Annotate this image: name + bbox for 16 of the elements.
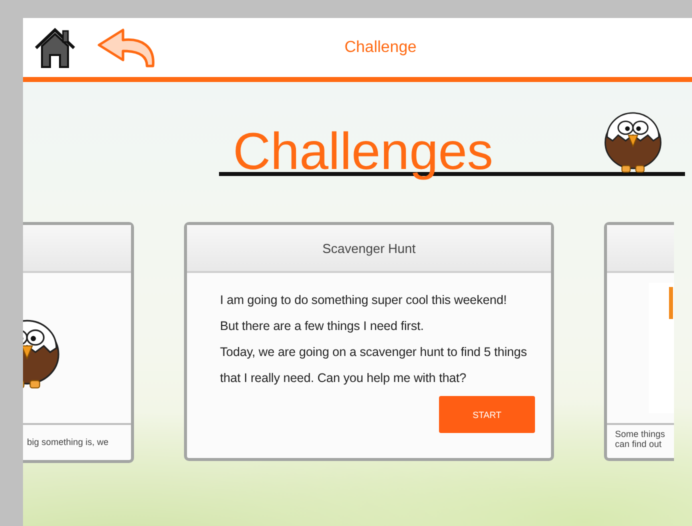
challenge-card[interactable]: Some things can find out <box>604 222 674 461</box>
card-text-line: But there are a few things I need first. <box>220 318 424 335</box>
card-footer-text: can find out <box>615 439 663 449</box>
card-title: Scavenger Hunt <box>322 240 416 256</box>
card-footer-text: Some things <box>615 429 666 439</box>
card-text-line: that I really need. Can you help me with that? <box>220 370 466 387</box>
page-title: Challenges <box>233 126 494 178</box>
back-arrow-icon[interactable] <box>97 26 157 70</box>
card-header <box>607 225 674 273</box>
card-footer-text: big something is, we <box>27 437 110 447</box>
home-icon[interactable] <box>33 26 77 70</box>
card-text-line: Today, we are going on a scavenger hunt to find 5 things <box>220 344 527 361</box>
card-text-line: I am going to do something super cool this weekend! <box>220 292 507 309</box>
header-title: Challenge <box>344 38 417 56</box>
challenge-card[interactable]: big something is, we <box>23 222 134 463</box>
marker-bar <box>669 287 673 319</box>
